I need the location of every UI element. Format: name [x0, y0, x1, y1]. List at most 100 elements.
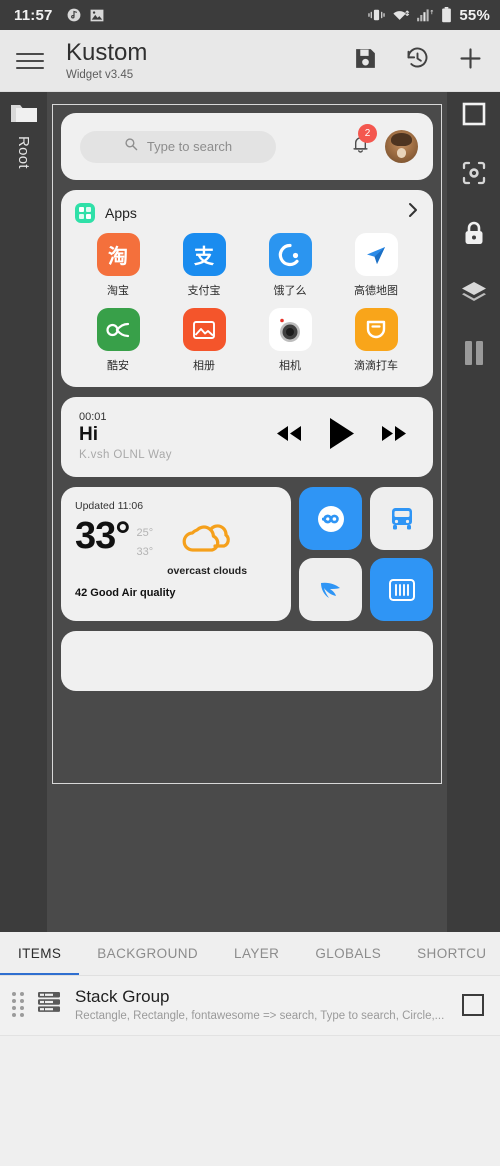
weather-card[interactable]: Updated 11:06 33° 25° 33° overcast cloud…: [61, 487, 291, 621]
canvas-wrapper: Type to search 2 Apps 淘 淘宝 支 支付宝 饿了么 高德地…: [47, 92, 447, 932]
editor-area: Root Type to search 2 Apps 淘 淘宝 支 支付宝 饿了…: [0, 92, 500, 932]
music-artist: K.vsh OLNL Way: [79, 449, 172, 461]
app-label: 相册: [193, 360, 215, 372]
music-info: 00:01 Hi K.vsh OLNL Way: [79, 411, 172, 461]
search-card[interactable]: Type to search 2: [61, 113, 433, 180]
row-checkbox[interactable]: [462, 993, 484, 1016]
gallery-icon: [182, 308, 226, 351]
add-icon[interactable]: [457, 45, 484, 77]
app-item[interactable]: 支 支付宝: [161, 233, 247, 298]
weather-tiles-row: Updated 11:06 33° 25° 33° overcast cloud…: [61, 487, 433, 621]
app-label: 高德地图: [354, 285, 398, 297]
rail-label-root: Root: [15, 136, 32, 169]
content-filler: [0, 1036, 500, 1159]
apps-card[interactable]: Apps 淘 淘宝 支 支付宝 饿了么 高德地图 酷安 相册 相机 滴滴打车: [61, 190, 433, 387]
lock-icon[interactable]: [463, 220, 485, 251]
weather-high: 25°: [136, 527, 154, 539]
pause-icon[interactable]: [462, 340, 486, 371]
taobao-icon: 淘: [96, 233, 140, 276]
apps-header[interactable]: Apps: [75, 202, 419, 223]
left-rail: Root: [0, 92, 47, 932]
widget-canvas[interactable]: Type to search 2 Apps 淘 淘宝 支 支付宝 饿了么 高德地…: [52, 104, 442, 784]
notification-bell[interactable]: 2: [350, 123, 377, 160]
hamburger-menu-icon[interactable]: [16, 52, 44, 69]
wifi-icon: [392, 8, 410, 22]
app-titles: Kustom Widget v3.45: [66, 40, 147, 80]
weather-description: overcast clouds: [167, 565, 248, 577]
barcode-tile[interactable]: [370, 558, 433, 621]
crop-square-icon[interactable]: [462, 102, 486, 131]
battery-icon: [441, 7, 452, 23]
app-item[interactable]: 相机: [247, 308, 333, 373]
app-label: 酷安: [107, 360, 129, 372]
alipay-icon: 支: [182, 233, 226, 276]
music-card[interactable]: 00:01 Hi K.vsh OLNL Way: [61, 397, 433, 477]
app-label: 相机: [279, 360, 301, 372]
app-label: 淘宝: [107, 285, 129, 297]
status-bar: 11:57 55%: [0, 0, 500, 30]
bell-icon: [350, 136, 371, 159]
app-item[interactable]: 酷安: [75, 308, 161, 373]
app-label: 饿了么: [273, 285, 307, 297]
amap-icon: [354, 233, 398, 276]
app-item[interactable]: 滴滴打车: [333, 308, 419, 373]
play-icon[interactable]: [328, 417, 355, 455]
bus-tile[interactable]: [370, 487, 433, 550]
app-item[interactable]: 相册: [161, 308, 247, 373]
tab-shortcuts[interactable]: SHORTCU: [399, 932, 500, 975]
avatar[interactable]: [385, 130, 418, 163]
music-note-icon: [67, 8, 81, 22]
history-icon[interactable]: [404, 45, 431, 77]
eleme-icon: [268, 233, 312, 276]
infinity-tile[interactable]: [299, 487, 362, 550]
vibrate-icon: [368, 8, 385, 22]
navigation-bar: [0, 1159, 500, 1166]
fast-forward-icon[interactable]: [381, 425, 407, 447]
tab-background[interactable]: BACKGROUND: [79, 932, 216, 975]
battery-percent: 55%: [459, 6, 490, 24]
shortcut-tiles: [299, 487, 433, 621]
save-icon[interactable]: [353, 46, 378, 76]
drag-handle-icon[interactable]: [12, 992, 24, 1017]
app-item[interactable]: 高德地图: [333, 233, 419, 298]
app-item[interactable]: 淘 淘宝: [75, 233, 161, 298]
app-label: 支付宝: [187, 285, 221, 297]
music-title: Hi: [79, 424, 98, 445]
tab-items[interactable]: ITEMS: [0, 932, 80, 975]
table-row[interactable]: Stack Group Rectangle, Rectangle, fontaw…: [0, 976, 500, 1036]
search-input[interactable]: Type to search: [80, 130, 276, 163]
tab-bar: ITEMS BACKGROUND LAYER GLOBALS SHORTCU: [0, 932, 500, 976]
row-title: Stack Group: [75, 987, 170, 1007]
wing-tile[interactable]: [299, 558, 362, 621]
weather-temp: 33°: [75, 515, 130, 557]
right-rail: [447, 92, 500, 932]
app-bar: Kustom Widget v3.45: [0, 30, 500, 92]
signal-icon: [417, 8, 434, 22]
folder-icon[interactable]: [10, 102, 38, 130]
app-item[interactable]: 饿了么: [247, 233, 333, 298]
search-icon: [124, 137, 138, 156]
layers-icon[interactable]: [461, 281, 487, 310]
weather-updated: Updated 11:06: [75, 500, 144, 512]
search-placeholder: Type to search: [146, 139, 233, 154]
weather-air-quality: 42 Good Air quality: [75, 587, 176, 600]
notification-badge: 2: [358, 123, 377, 143]
tab-layer[interactable]: LAYER: [216, 932, 297, 975]
rewind-icon[interactable]: [276, 425, 302, 447]
stack-group-icon: [36, 989, 62, 1020]
focus-frame-icon[interactable]: [462, 161, 486, 190]
chevron-right-icon[interactable]: [407, 202, 419, 223]
weather-low: 33°: [136, 545, 154, 558]
app-label: 滴滴打车: [354, 360, 398, 372]
status-time: 11:57: [14, 6, 53, 24]
didi-icon: [354, 308, 398, 351]
app-screen: 11:57 55% Kustom Widget v3.45 Root Type …: [0, 0, 500, 1166]
camera-icon: [268, 308, 312, 351]
empty-card[interactable]: [61, 631, 433, 691]
tab-globals[interactable]: GLOBALS: [297, 932, 399, 975]
cloud-icon: [181, 524, 233, 560]
apps-grid: 淘 淘宝 支 支付宝 饿了么 高德地图 酷安 相册 相机 滴滴打车: [75, 233, 419, 373]
coolapk-icon: [96, 308, 140, 351]
row-subtitle: Rectangle, Rectangle, fontawesome => sea…: [75, 1009, 445, 1022]
page-subtitle: Widget v3.45: [66, 68, 134, 81]
